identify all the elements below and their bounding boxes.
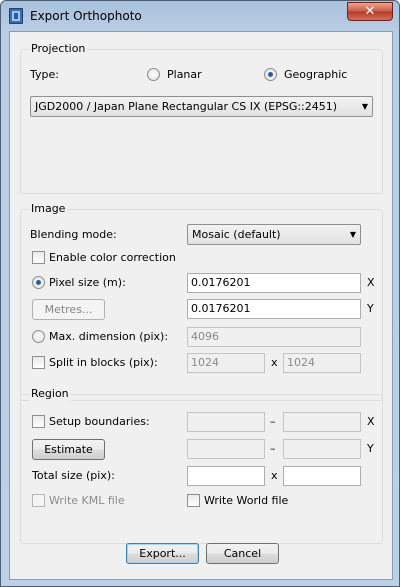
split-blocks-checkbox[interactable]	[32, 356, 45, 369]
planar-radio[interactable]	[147, 68, 160, 81]
write-world-file-label[interactable]: Write World file	[204, 494, 288, 508]
image-group: Image Blending mode: Mosaic (default) ▼ …	[20, 202, 383, 401]
app-icon	[9, 8, 23, 24]
split-times-sign: x	[271, 356, 278, 369]
setup-boundaries-label[interactable]: Setup boundaries:	[49, 415, 150, 429]
pixel-size-radio[interactable]	[32, 276, 45, 289]
estimate-button[interactable]: Estimate	[32, 439, 105, 460]
crs-select-value: JGD2000 / Japan Plane Rectangular CS IX …	[35, 100, 338, 113]
type-label: Type:	[30, 68, 59, 81]
region-y-axis-label: Y	[367, 442, 374, 455]
close-button[interactable]: ✕	[347, 2, 393, 21]
x-min-field[interactable]	[187, 412, 265, 432]
color-correction-label[interactable]: Enable color correction	[49, 251, 176, 265]
write-kml-checkbox[interactable]	[32, 494, 45, 507]
split-height-field[interactable]: 1024	[283, 353, 361, 373]
metres-button[interactable]: Metres...	[32, 299, 105, 320]
max-dimension-radio[interactable]	[32, 330, 45, 343]
max-dimension-field[interactable]: 4096	[187, 327, 361, 347]
pixel-size-label[interactable]: Pixel size (m):	[49, 276, 126, 290]
blending-mode-select[interactable]: Mosaic (default) ▼	[187, 224, 361, 245]
region-group: Region Setup boundaries: – X Estimate – …	[20, 387, 383, 544]
title-bar[interactable]: Export Orthophoto ✕	[1, 1, 399, 31]
image-group-title: Image	[29, 202, 68, 216]
cancel-button[interactable]: Cancel	[206, 543, 279, 564]
total-size-label: Total size (pix):	[32, 469, 115, 482]
split-blocks-label[interactable]: Split in blocks (pix):	[49, 356, 158, 370]
region-group-title: Region	[29, 387, 71, 401]
write-world-file-checkbox[interactable]	[187, 494, 200, 507]
split-width-field[interactable]: 1024	[187, 353, 265, 373]
pixel-y-axis-label: Y	[367, 302, 374, 315]
total-width-field[interactable]	[187, 466, 265, 486]
x-range-dash: –	[270, 415, 276, 428]
y-max-field[interactable]	[283, 439, 361, 459]
y-min-field[interactable]	[187, 439, 265, 459]
total-height-field[interactable]	[283, 466, 361, 486]
total-times-sign: x	[271, 469, 278, 482]
window-title: Export Orthophoto	[30, 9, 142, 23]
pixel-x-axis-label: X	[367, 276, 375, 289]
export-orthophoto-dialog: Export Orthophoto ✕ Projection Type: Pla…	[0, 0, 400, 587]
blending-mode-value: Mosaic (default)	[192, 228, 281, 241]
x-max-field[interactable]	[283, 412, 361, 432]
color-correction-checkbox[interactable]	[32, 251, 45, 264]
write-kml-label[interactable]: Write KML file	[49, 494, 125, 508]
max-dimension-label[interactable]: Max. dimension (pix):	[49, 330, 168, 344]
projection-group-title: Projection	[29, 42, 88, 56]
region-x-axis-label: X	[367, 415, 375, 428]
geographic-label[interactable]: Geographic	[284, 68, 347, 82]
setup-boundaries-checkbox[interactable]	[32, 415, 45, 428]
pixel-size-x-field[interactable]: 0.0176201	[187, 273, 361, 293]
pixel-size-y-field[interactable]: 0.0176201	[187, 299, 361, 319]
crs-select[interactable]: JGD2000 / Japan Plane Rectangular CS IX …	[30, 96, 373, 117]
planar-label[interactable]: Planar	[167, 68, 202, 82]
export-button[interactable]: Export...	[126, 543, 199, 564]
chevron-down-icon: ▼	[349, 230, 356, 239]
projection-group: Projection Type: Planar Geographic JGD20…	[20, 42, 383, 194]
geographic-radio[interactable]	[264, 68, 277, 81]
dialog-client-area: Projection Type: Planar Geographic JGD20…	[9, 31, 393, 580]
blending-mode-label: Blending mode:	[30, 228, 117, 241]
y-range-dash: –	[270, 442, 276, 455]
chevron-down-icon: ▼	[361, 102, 368, 111]
